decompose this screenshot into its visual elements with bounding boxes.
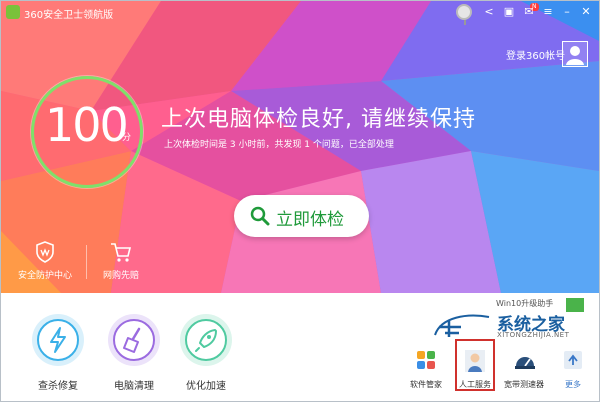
floating-ball-icon[interactable] (456, 4, 472, 25)
more-icon (564, 351, 582, 369)
lightning-icon (50, 327, 66, 353)
login-link[interactable]: 登录360帐号 (506, 47, 565, 62)
security-center-link[interactable]: 安全防护中心 (15, 241, 75, 281)
grid-icon (417, 351, 435, 369)
checkup-button-label: 立即体检 (276, 210, 344, 230)
checkup-headline: 上次电脑体检良好, 请继续保持 (161, 107, 476, 132)
checkup-score: 100 (45, 98, 129, 152)
quick-app-more[interactable]: 更多 (553, 350, 593, 390)
window-title: 360安全卫士领航版 (24, 10, 114, 21)
quick-app-label: 宽带测速器 (504, 380, 544, 389)
broom-icon (123, 327, 141, 353)
speedometer-icon (515, 357, 535, 369)
quick-app-label: 更多 (565, 380, 581, 389)
watermark-logo-icon (434, 314, 490, 337)
app-window: 360安全卫士领航版 < ▣ N ✉ ≡ – ✕ 登录360帐号 100 分 上… (0, 0, 600, 402)
quick-app-bandwidth-test[interactable]: 宽带测速器 (504, 350, 544, 390)
search-icon (250, 206, 270, 226)
tool-circle (108, 314, 160, 366)
tool-speedup[interactable]: 优化加速 (171, 314, 241, 392)
cart-icon (111, 243, 132, 262)
tool-cleanup[interactable]: 电脑清理 (99, 314, 169, 392)
highlight-box (455, 339, 495, 391)
tool-label: 查杀修复 (38, 381, 78, 392)
checkup-button[interactable]: 立即体检 (234, 195, 369, 237)
close-icon[interactable]: ✕ (578, 4, 594, 20)
divider (86, 245, 87, 279)
tool-circle (180, 314, 232, 366)
message-icon[interactable]: ✉ (521, 4, 537, 20)
tool-label: 电脑清理 (114, 381, 154, 392)
checkup-subline: 上次体检时间是 3 小时前，共发现 1 个问题，已全部处理 (164, 140, 394, 150)
user-icon (566, 46, 584, 65)
avatar[interactable] (562, 41, 588, 67)
promo-text: Win10升级助手 (496, 299, 554, 308)
security-center-label: 安全防护中心 (17, 271, 72, 281)
shield-icon (36, 241, 54, 263)
promo-icon (566, 298, 584, 312)
app-logo-icon (6, 5, 20, 19)
tool-label: 优化加速 (186, 381, 226, 392)
tool-virus-scan[interactable]: 查杀修复 (23, 314, 93, 392)
tool-circle (32, 314, 84, 366)
feedback-icon[interactable]: ▣ (501, 4, 517, 20)
watermark-url: XITONGZHIJIA.NET (497, 331, 570, 339)
share-icon[interactable]: < (481, 4, 497, 20)
minimize-icon[interactable]: – (559, 4, 575, 20)
rocket-icon (195, 329, 217, 352)
bottom-panel: 查杀修复 电脑清理 优化加速 Win10升级助手 系统之家 XITONGZHIJ… (1, 293, 599, 401)
shopping-guarantee-label: 网购先赔 (102, 271, 139, 281)
shopping-guarantee-link[interactable]: 网购先赔 (91, 241, 151, 281)
title-bar: 360安全卫士领航版 < ▣ N ✉ ≡ – ✕ (1, 1, 599, 25)
quick-app-software-manager[interactable]: 软件管家 (406, 350, 446, 390)
score-unit: 分 (122, 133, 132, 143)
quick-app-label: 软件管家 (410, 380, 442, 389)
hero-panel: 360安全卫士领航版 < ▣ N ✉ ≡ – ✕ 登录360帐号 100 分 上… (1, 1, 599, 293)
menu-icon[interactable]: ≡ (540, 4, 556, 20)
